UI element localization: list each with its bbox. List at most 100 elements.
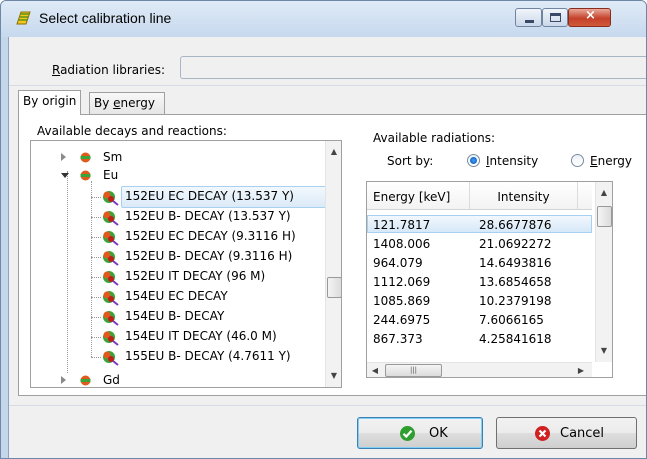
- radiation-decay-icon: [103, 331, 119, 346]
- energy-cell: 244.6975: [373, 313, 431, 327]
- scroll-down-arrow-icon[interactable]: ▼: [596, 342, 612, 359]
- sort-by-label: Sort by:: [387, 154, 434, 168]
- radiations-grid[interactable]: Energy [keV] Intensity 121.7817 28.66778…: [366, 181, 613, 378]
- table-row[interactable]: 867.373 4.25841618: [367, 330, 592, 348]
- energy-cell: 1085.869: [373, 294, 431, 308]
- tree-item-decay[interactable]: 152EU IT DECAY (96 M): [31, 267, 321, 287]
- tree-item-label: 154EU EC DECAY: [125, 289, 228, 303]
- intensity-cell: 14.6493816: [479, 256, 552, 270]
- tree-item-label: Eu: [103, 168, 119, 182]
- radio-selected-dot: [470, 157, 477, 164]
- decays-tree[interactable]: Sm Eu 152EU EC DECAY (13.537 Y) 152EU B-…: [30, 140, 342, 388]
- tree-item-label: 154EU B- DECAY: [125, 309, 225, 323]
- table-row[interactable]: 1085.869 10.2379198: [367, 292, 592, 310]
- sort-intensity-radio[interactable]: [467, 154, 480, 167]
- minimize-button[interactable]: [515, 8, 542, 27]
- energy-cell: 121.7817: [373, 218, 431, 232]
- tree-vertical-scrollbar[interactable]: ▲ ▼: [325, 141, 341, 387]
- scroll-down-arrow-icon[interactable]: ▼: [326, 367, 341, 384]
- radiation-decay-icon: [103, 271, 119, 286]
- scroll-right-arrow-icon[interactable]: ▶: [575, 362, 587, 377]
- intensity-cell: 28.6677876: [479, 218, 552, 232]
- scroll-up-arrow-icon[interactable]: ▲: [596, 184, 612, 201]
- grid-horizontal-scrollbar[interactable]: ◀ ||| ▶: [367, 362, 592, 377]
- tree-item-decay[interactable]: 154EU IT DECAY (46.0 M): [31, 327, 321, 347]
- tree-item-label: Gd: [103, 373, 120, 387]
- radiation-decay-icon: [103, 351, 119, 366]
- sort-energy-label[interactable]: Energy: [590, 154, 632, 168]
- tree-item-decay[interactable]: 152EU EC DECAY (13.537 Y): [31, 187, 321, 207]
- table-row[interactable]: 1112.069 13.6854658: [367, 273, 592, 291]
- intensity-cell: 10.2379198: [479, 294, 552, 308]
- intensity-cell: 7.6066165: [479, 313, 544, 327]
- tree-item-label: 152EU B- DECAY (13.537 Y): [125, 209, 291, 223]
- element-node-icon: [80, 375, 91, 386]
- expand-arrow-icon[interactable]: [61, 153, 66, 161]
- column-header-intensity[interactable]: Intensity: [470, 182, 578, 210]
- calibration-app-icon: [16, 11, 31, 25]
- column-header-energy[interactable]: Energy [keV]: [367, 182, 470, 210]
- tree-item-decay[interactable]: 152EU B- DECAY (13.537 Y): [31, 207, 321, 227]
- column-header-filler: [578, 182, 592, 210]
- dialog-window: Select calibration line × Radiation libr…: [0, 0, 647, 459]
- table-row[interactable]: 121.7817 28.6677876: [367, 215, 592, 233]
- tree-item-eu[interactable]: Eu: [31, 166, 321, 186]
- radiation-decay-icon: [103, 211, 119, 226]
- table-row[interactable]: 1408.006 21.0692272: [367, 235, 592, 253]
- intensity-cell: 13.6854658: [479, 275, 552, 289]
- minimize-icon: [525, 20, 534, 23]
- radiation-decay-icon: [103, 231, 119, 246]
- element-node-icon: [80, 152, 91, 163]
- tree-item-label: 152EU IT DECAY (96 M): [125, 269, 266, 283]
- table-row[interactable]: 244.6975 7.6066165: [367, 311, 592, 329]
- collapse-arrow-icon[interactable]: [61, 173, 69, 178]
- tree-item-label: 152EU EC DECAY (13.537 Y): [125, 189, 294, 203]
- tree-item-gd[interactable]: Gd: [31, 371, 321, 387]
- grid-vertical-scrollbar[interactable]: ▲ ▼: [595, 182, 612, 362]
- energy-cell: 1112.069: [373, 275, 431, 289]
- scroll-thumb[interactable]: [597, 206, 612, 227]
- tree-item-decay[interactable]: 152EU EC DECAY (9.3116 H): [31, 227, 321, 247]
- cancel-label: Cancel: [560, 426, 605, 441]
- tree-item-label: 152EU B- DECAY (9.3116 H): [125, 249, 293, 263]
- cancel-button[interactable]: Cancel: [496, 417, 637, 449]
- element-node-icon: [80, 170, 91, 181]
- radiation-libraries-combobox[interactable]: [180, 56, 646, 79]
- scroll-up-arrow-icon[interactable]: ▲: [326, 143, 341, 160]
- ok-label: OK: [429, 426, 448, 441]
- close-button[interactable]: ×: [568, 8, 611, 27]
- check-icon: [400, 426, 415, 441]
- tree-item-decay[interactable]: 154EU B- DECAY: [31, 307, 321, 327]
- scroll-left-arrow-icon[interactable]: ◀: [369, 362, 381, 377]
- close-icon: ×: [585, 8, 596, 23]
- title-bar[interactable]: Select calibration line ×: [1, 1, 646, 37]
- tree-item-decay[interactable]: 154EU EC DECAY: [31, 287, 321, 307]
- sort-intensity-label[interactable]: Intensity: [486, 154, 538, 168]
- table-row[interactable]: 964.079 14.6493816: [367, 254, 592, 272]
- separator: [9, 405, 646, 406]
- tab-by-origin[interactable]: By origin: [18, 90, 82, 115]
- ok-button[interactable]: OK: [357, 417, 483, 449]
- energy-cell: 867.373: [373, 332, 423, 346]
- radiation-decay-icon: [103, 191, 119, 206]
- window-title: Select calibration line: [39, 10, 172, 26]
- scroll-thumb[interactable]: [327, 277, 341, 298]
- tab-by-energy[interactable]: By energy: [89, 92, 165, 114]
- scroll-thumb[interactable]: |||: [385, 364, 442, 377]
- energy-cell: 964.079: [373, 256, 423, 270]
- decays-label: Available decays and reactions:: [37, 124, 227, 138]
- sort-energy-radio[interactable]: [571, 154, 584, 167]
- tree-item-decay[interactable]: 155EU B- DECAY (4.7611 Y): [31, 347, 321, 367]
- x-circle-icon: [535, 426, 550, 441]
- radiation-decay-icon: [103, 311, 119, 326]
- radiation-decay-icon: [103, 251, 119, 266]
- tree-item-label: 155EU B- DECAY (4.7611 Y): [125, 349, 291, 363]
- energy-cell: 1408.006: [373, 237, 431, 251]
- tree-item-sm[interactable]: Sm: [31, 148, 321, 168]
- expand-arrow-icon[interactable]: [61, 376, 66, 384]
- tree-item-label: 152EU EC DECAY (9.3116 H): [125, 229, 296, 243]
- radiation-libraries-label: Radiation libraries:: [52, 63, 166, 77]
- tree-item-decay[interactable]: 152EU B- DECAY (9.3116 H): [31, 247, 321, 267]
- intensity-cell: 21.0692272: [479, 237, 552, 251]
- maximize-button[interactable]: [542, 8, 568, 27]
